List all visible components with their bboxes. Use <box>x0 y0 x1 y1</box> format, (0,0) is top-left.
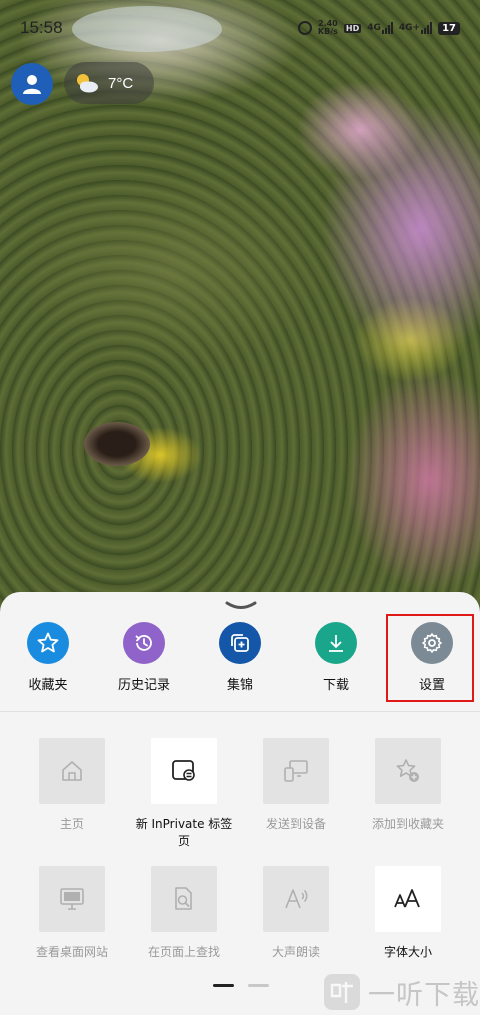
download-icon <box>315 622 357 664</box>
collections-icon <box>219 622 261 664</box>
wallpaper-well <box>84 422 150 466</box>
read-aloud-label: 大声朗读 <box>271 945 320 959</box>
status-indicators: 2.40 KB/s HD 4G 4G+ 17 <box>297 20 460 36</box>
desktop-site-icon <box>39 866 105 932</box>
add-favorite-label: 添加到收藏夹 <box>371 817 444 831</box>
star-icon <box>27 622 69 664</box>
downloads-label: 下载 <box>322 678 349 693</box>
desktop-site-tile[interactable]: 查看桌面网站 <box>16 866 128 994</box>
inprivate-tab-icon <box>151 738 217 804</box>
collections-label: 集锦 <box>226 678 253 693</box>
desktop-site-label: 查看桌面网站 <box>35 945 108 959</box>
find-in-page-tile[interactable]: 在页面上查找 <box>128 866 240 994</box>
home-tile[interactable]: 主页 <box>16 738 128 866</box>
alarm-icon <box>297 21 312 35</box>
home-label: 主页 <box>59 817 84 831</box>
status-bar: 15:58 2.40 KB/s HD 4G 4G+ 17 <box>0 0 480 56</box>
find-in-page-icon <box>151 866 217 932</box>
net-speed: 2.40 KB/s <box>318 20 338 36</box>
send-to-device-label: 发送到设备 <box>265 817 326 831</box>
hd-voice-icon: HD <box>343 23 362 33</box>
partly-cloudy-icon <box>77 74 98 93</box>
weather-temperature: 7°C <box>108 74 134 92</box>
signal-1: 4G <box>367 22 393 34</box>
watermark-text: 一听下载 <box>368 979 480 1011</box>
profile-avatar-button[interactable] <box>11 63 53 105</box>
favorites-label: 收藏夹 <box>28 678 68 693</box>
collapse-handle-icon[interactable] <box>224 600 258 612</box>
home-icon <box>39 738 105 804</box>
status-time: 15:58 <box>20 18 63 37</box>
page-dot-active[interactable] <box>213 984 234 987</box>
watermark: 一听下载 <box>322 972 480 1012</box>
battery-indicator: 17 <box>438 21 460 35</box>
history-icon <box>123 622 165 664</box>
signal-2: 4G+ <box>398 22 433 34</box>
watermark-logo-icon <box>324 974 360 1010</box>
menu-grid: 主页 新 InPrivate 标签页 发送到设备 添加到收藏夹 查看桌面网站 在… <box>0 738 480 994</box>
section-divider <box>0 711 480 712</box>
send-to-device-tile[interactable]: 发送到设备 <box>240 738 352 866</box>
net-speed-unit: KB/s <box>317 27 338 36</box>
add-favorite-icon <box>375 738 441 804</box>
page-indicator <box>213 984 269 987</box>
signal-bars-icon <box>421 22 433 34</box>
history-label: 历史记录 <box>117 678 170 693</box>
send-to-device-icon <box>263 738 329 804</box>
add-favorite-tile[interactable]: 添加到收藏夹 <box>352 738 464 866</box>
settings-highlight-frame <box>386 614 474 702</box>
font-size-icon <box>375 866 441 932</box>
collections-button[interactable]: 集锦 <box>192 622 288 710</box>
favorites-button[interactable]: 收藏夹 <box>0 622 96 710</box>
weather-widget[interactable]: 7°C <box>64 62 154 104</box>
signal-bars-icon <box>381 22 393 34</box>
signal-2-label: 4G+ <box>398 23 421 33</box>
read-aloud-icon <box>263 866 329 932</box>
browser-menu-sheet: 收藏夹 历史记录 集锦 下载 设置 主页 新 InPrivate 标签页 发送到… <box>0 592 480 1015</box>
inprivate-tab-label: 新 InPrivate 标签页 <box>135 817 233 848</box>
downloads-button[interactable]: 下载 <box>288 622 384 710</box>
font-size-label: 字体大小 <box>383 945 432 959</box>
inprivate-tab-tile[interactable]: 新 InPrivate 标签页 <box>128 738 240 866</box>
signal-1-label: 4G <box>367 23 381 33</box>
find-in-page-label: 在页面上查找 <box>147 945 220 959</box>
page-dot-inactive[interactable] <box>248 984 269 987</box>
person-icon <box>23 75 41 94</box>
history-button[interactable]: 历史记录 <box>96 622 192 710</box>
